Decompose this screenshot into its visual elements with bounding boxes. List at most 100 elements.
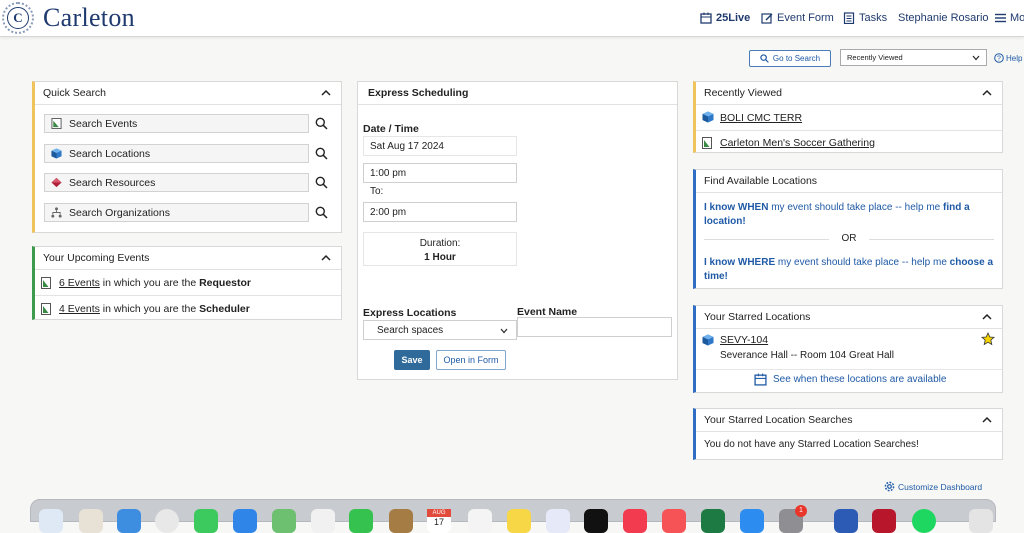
freeform-icon[interactable]	[546, 509, 570, 533]
starred-searches-title: Your Starred Location Searches	[704, 414, 853, 426]
date-time-label: Date / Time	[363, 123, 419, 135]
find-when-link[interactable]: I know WHEN my event should take place -…	[704, 201, 994, 229]
requestor-role: Requestor	[199, 276, 252, 289]
messages-icon[interactable]	[194, 509, 218, 533]
help-label: Help	[1006, 53, 1023, 63]
open-in-form-button[interactable]: Open in Form	[436, 350, 506, 370]
excel-icon[interactable]	[701, 509, 725, 533]
launchpad-icon[interactable]	[79, 509, 103, 533]
svg-text:?: ?	[997, 56, 1001, 63]
help-icon: ?	[994, 53, 1004, 63]
event-name-input[interactable]	[517, 317, 672, 337]
tasks-icon	[843, 12, 855, 24]
date-field[interactable]: Sat Aug 17 2024	[363, 136, 517, 156]
see-when-available-link[interactable]: See when these locations are available	[754, 373, 946, 386]
brand-name[interactable]: Carleton	[43, 3, 135, 33]
quick-search-card: Quick Search Search Events Search Locati…	[32, 81, 342, 233]
go-to-search-label: Go to Search	[772, 54, 821, 63]
express-scheduling-header: Express Scheduling	[358, 82, 677, 105]
search-icon[interactable]	[315, 147, 328, 160]
calendar-icon	[754, 373, 767, 386]
express-locations-label: Express Locations	[363, 307, 457, 319]
chevron-up-icon[interactable]	[319, 86, 333, 100]
photos-icon[interactable]	[311, 509, 335, 533]
scheduler-events-link[interactable]: 4 Events	[59, 303, 100, 315]
event-icon	[41, 277, 51, 289]
app-icon-red[interactable]	[872, 509, 896, 533]
chrome-icon[interactable]	[155, 509, 179, 533]
reminders-icon[interactable]	[468, 509, 492, 533]
search-organizations-item[interactable]: Search Organizations	[44, 203, 309, 222]
where-bold: I know WHERE	[704, 257, 776, 268]
news-icon[interactable]	[662, 509, 686, 533]
starred-searches-header: Your Starred Location Searches	[696, 409, 1002, 432]
express-locations-select[interactable]: Search spaces	[363, 320, 517, 340]
notes-app-icon[interactable]	[389, 509, 413, 533]
chevron-up-icon[interactable]	[980, 86, 994, 100]
express-scheduling-title: Express Scheduling	[368, 87, 469, 99]
finder-icon[interactable]	[39, 509, 63, 533]
recently-viewed-select-value: Recently Viewed	[847, 53, 903, 62]
system-settings-icon[interactable]: 1	[779, 505, 807, 533]
end-time-field[interactable]: 2:00 pm	[363, 202, 517, 222]
app-store-icon[interactable]	[740, 509, 764, 533]
facetime-icon[interactable]	[349, 509, 373, 533]
starred-location-name[interactable]: SEVY-104	[720, 334, 768, 346]
word-icon[interactable]	[834, 509, 858, 533]
starred-locations-header: Your Starred Locations	[696, 306, 1002, 329]
recent-item-event-label: Carleton Men's Soccer Gathering	[720, 137, 875, 149]
spotify-icon[interactable]	[912, 509, 936, 533]
recently-viewed-select[interactable]: Recently Viewed	[840, 49, 987, 66]
search-locations-item[interactable]: Search Locations	[44, 144, 309, 163]
help-link[interactable]: ? Help	[994, 53, 1022, 63]
go-to-search-button[interactable]: Go to Search	[749, 50, 831, 67]
search-events-item[interactable]: Search Events	[44, 114, 309, 133]
upcoming-scheduler-row: 4 Events in which you are the Scheduler	[35, 296, 341, 322]
starred-divider	[696, 369, 1002, 370]
to-label: To:	[370, 186, 384, 197]
chevron-up-icon[interactable]	[319, 251, 333, 265]
safari-icon[interactable]	[117, 509, 141, 533]
upcoming-events-header: Your Upcoming Events	[35, 247, 341, 270]
location-cube-icon	[702, 334, 714, 346]
nav-more[interactable]: Mor	[995, 12, 1024, 24]
mail-icon[interactable]	[233, 509, 257, 533]
recent-item-event[interactable]: Carleton Men's Soccer Gathering	[696, 130, 1002, 156]
trash-icon[interactable]	[969, 509, 993, 533]
starred-location-desc: Severance Hall -- Room 104 Great Hall	[720, 350, 894, 361]
upcoming-requestor-row: 6 Events in which you are the Requestor	[35, 270, 341, 296]
carleton-seal-logo[interactable]: C	[2, 2, 34, 34]
calendar-app-icon[interactable]: AUG 17	[427, 509, 451, 533]
search-resources-label: Search Resources	[69, 176, 156, 189]
express-locations-placeholder: Search spaces	[377, 324, 444, 336]
scheduler-role: Scheduler	[199, 303, 250, 315]
maps-icon[interactable]	[272, 509, 296, 533]
find-where-link[interactable]: I know WHERE my event should take place …	[704, 256, 994, 284]
calendar-icon	[700, 12, 712, 24]
tv-icon[interactable]	[584, 509, 608, 533]
search-icon[interactable]	[315, 176, 328, 189]
nav-25live[interactable]: 25Live	[700, 12, 750, 24]
gear-icon	[884, 481, 895, 492]
music-icon[interactable]	[623, 509, 647, 533]
nav-user[interactable]: Stephanie Rosario	[898, 12, 989, 24]
search-icon[interactable]	[315, 206, 328, 219]
search-icon[interactable]	[315, 117, 328, 130]
customize-dashboard-link[interactable]: Customize Dashboard	[884, 481, 982, 492]
location-cube-icon	[702, 111, 714, 123]
recent-item-location[interactable]: BOLI CMC TERR	[696, 105, 1002, 131]
search-resources-item[interactable]: Search Resources	[44, 173, 309, 192]
requestor-events-link[interactable]: 6 Events	[59, 277, 100, 289]
or-divider: OR	[704, 233, 994, 245]
notes-icon[interactable]	[507, 509, 531, 533]
chevron-up-icon[interactable]	[980, 413, 994, 427]
express-scheduling-card: Express Scheduling Date / Time Sat Aug 1…	[357, 81, 678, 380]
star-icon[interactable]	[981, 332, 995, 346]
nav-tasks[interactable]: Tasks	[843, 12, 887, 24]
start-time-field[interactable]: 1:00 pm	[363, 163, 517, 183]
save-button[interactable]: Save	[394, 350, 430, 370]
where-text: my event should take place -- help me	[775, 257, 950, 268]
nav-tasks-label: Tasks	[859, 12, 888, 24]
nav-event-form[interactable]: Event Form	[761, 12, 834, 24]
chevron-up-icon[interactable]	[980, 310, 994, 324]
